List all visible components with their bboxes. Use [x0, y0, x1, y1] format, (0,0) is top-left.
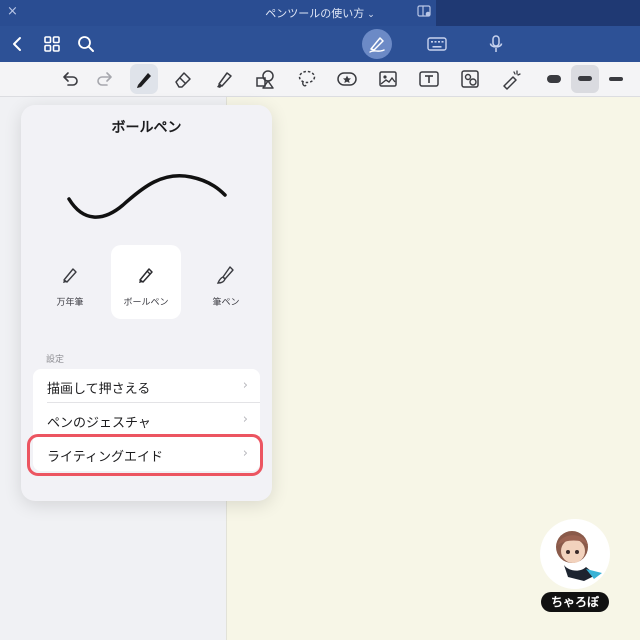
ballpoint-pen-icon	[139, 268, 153, 283]
sticker-icon[interactable]	[336, 68, 358, 90]
search-icon[interactable]	[76, 34, 96, 54]
row-label: 描画して押さえる	[47, 382, 151, 397]
avatar-name-badge: ちゃろぼ	[541, 592, 609, 612]
pen-tool-icon	[137, 73, 151, 88]
document-title[interactable]: ペンツールの使い方 ⌄	[0, 5, 640, 21]
pen-type-brush[interactable]: 筆ペン	[191, 245, 261, 319]
camera-capture-icon[interactable]	[459, 68, 481, 90]
redo-icon[interactable]	[94, 68, 116, 90]
back-chevron-icon[interactable]	[8, 34, 28, 54]
lasso-icon[interactable]	[296, 68, 318, 90]
document-title-text: ペンツールの使い方	[265, 7, 365, 20]
avatar	[540, 519, 610, 589]
grid-view-icon[interactable]	[42, 34, 62, 54]
pen-type-label: ボールペン	[123, 298, 169, 308]
pen-type-fountain[interactable]: 万年筆	[35, 245, 105, 319]
text-box-icon[interactable]	[418, 68, 440, 90]
row-press-and-hold[interactable]: 描画して押さえる ›	[33, 369, 260, 403]
settings-section-label: 設定	[46, 355, 65, 365]
laser-pointer-icon[interactable]	[500, 68, 522, 90]
pen-mode-icon	[369, 37, 385, 53]
pen-type-ballpoint[interactable]: ボールペン	[111, 245, 181, 319]
microphone-icon[interactable]	[486, 34, 506, 54]
chevron-right-icon: ›	[242, 412, 248, 427]
stroke-width-thick[interactable]	[602, 65, 630, 93]
chevron-right-icon: ›	[242, 378, 248, 393]
keyboard-icon[interactable]	[426, 34, 448, 54]
row-pen-gestures[interactable]: ペンのジェスチャ ›	[33, 403, 260, 437]
fountain-pen-icon	[63, 268, 77, 283]
highlighter-icon[interactable]	[213, 68, 235, 90]
row-label: ペンのジェスチャ	[47, 416, 151, 431]
drawing-toolbar	[0, 62, 640, 97]
eraser-icon[interactable]	[172, 68, 194, 90]
avatar-illustration	[556, 531, 602, 581]
writing-aid-highlight-outline	[27, 434, 263, 476]
title-bar: × ペンツールの使い方 ⌄	[0, 0, 640, 26]
pen-mode-button[interactable]	[362, 29, 392, 59]
stroke-width-medium[interactable]	[571, 65, 599, 93]
brush-pen-icon	[216, 266, 234, 284]
image-icon[interactable]	[377, 68, 399, 90]
chevron-down-icon: ⌄	[367, 10, 375, 20]
shapes-icon[interactable]	[254, 68, 276, 90]
navigation-bar	[0, 26, 640, 62]
stroke-width-fine[interactable]	[540, 65, 568, 93]
undo-icon[interactable]	[59, 68, 81, 90]
pen-type-label: 万年筆	[56, 298, 84, 308]
pen-type-label: 筆ペン	[212, 298, 240, 308]
stroke-preview	[67, 174, 227, 219]
popover-title: ボールペン	[111, 120, 182, 136]
split-view-icon[interactable]	[417, 5, 431, 17]
